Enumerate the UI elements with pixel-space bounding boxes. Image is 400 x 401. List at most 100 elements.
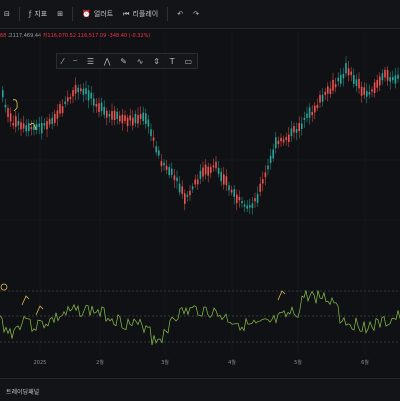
- candle-body: [324, 91, 326, 95]
- pattern-icon[interactable]: ⋀: [104, 57, 111, 66]
- candle-body: [134, 113, 137, 124]
- candle-body: [12, 123, 14, 126]
- path-icon[interactable]: ∿: [137, 57, 144, 66]
- candle-body: [64, 101, 66, 105]
- candle-body: [129, 115, 131, 121]
- annotation-circle: [0, 283, 8, 291]
- candle-body: [30, 126, 33, 130]
- candle-body: [384, 69, 386, 78]
- candle-body: [228, 185, 230, 191]
- candle-body: [246, 205, 248, 209]
- candle-body: [173, 175, 176, 181]
- candle-body: [334, 84, 337, 88]
- candle-body: [340, 74, 342, 84]
- candle-body: [217, 167, 220, 174]
- candle-body: [168, 167, 170, 176]
- candle-body: [355, 79, 358, 86]
- time-axis-label: 3월: [161, 359, 169, 366]
- candle-body: [121, 114, 124, 124]
- brush-icon[interactable]: ✎: [120, 57, 127, 66]
- candle-body: [67, 97, 69, 102]
- candle-body: [158, 150, 160, 156]
- candle-body: [353, 74, 355, 84]
- candle-body: [298, 123, 300, 132]
- candle-body: [267, 165, 269, 170]
- candle-body: [394, 75, 397, 84]
- rectangle-icon[interactable]: ▭: [184, 57, 192, 66]
- candle-body: [69, 96, 72, 99]
- candle-body: [113, 110, 116, 121]
- measure-icon[interactable]: ⇕: [153, 57, 160, 66]
- candle-body: [321, 94, 324, 102]
- candle-body: [327, 86, 329, 94]
- candle-body: [116, 111, 118, 119]
- candle-body: [108, 114, 111, 117]
- candle-body: [191, 186, 194, 190]
- candle-body: [254, 198, 256, 202]
- candle-body: [202, 167, 204, 177]
- candle-body: [126, 117, 129, 127]
- candle-body: [7, 108, 9, 118]
- bottom-bar: 트레이딩패널: [0, 378, 400, 401]
- text-icon[interactable]: T: [170, 57, 175, 66]
- candle-body: [342, 73, 345, 79]
- candle-body: [376, 80, 378, 88]
- trend-line-icon[interactable]: ⁄: [62, 57, 63, 66]
- candle-body: [160, 161, 163, 167]
- candle-body: [22, 123, 25, 129]
- candle-body: [194, 179, 196, 185]
- candle-body: [124, 115, 126, 121]
- candle-body: [225, 176, 228, 186]
- candle-body: [93, 98, 95, 106]
- candle-body: [332, 79, 334, 91]
- candle-body: [90, 92, 92, 99]
- fib-icon[interactable]: ☰: [87, 57, 94, 66]
- candle-body: [189, 190, 191, 196]
- candle-body: [329, 88, 332, 95]
- candle-body: [223, 174, 225, 185]
- candle-body: [59, 104, 61, 114]
- candle-body: [293, 126, 295, 133]
- candle-body: [262, 179, 264, 184]
- horizontal-line-icon[interactable]: ⎯: [73, 56, 77, 66]
- candle-body: [147, 119, 150, 127]
- annotation-stroke: [12, 99, 18, 112]
- candle-body: [56, 110, 59, 119]
- candle-body: [132, 117, 134, 126]
- annotation-arrow: [21, 295, 30, 306]
- candle-body: [17, 120, 20, 126]
- candle-body: [25, 125, 27, 132]
- candle-body: [316, 104, 319, 109]
- candle-body: [311, 112, 313, 116]
- candle-body: [389, 77, 391, 82]
- candle-body: [171, 168, 173, 175]
- candle-body: [152, 137, 155, 141]
- candle-body: [163, 162, 165, 166]
- candle-body: [197, 179, 199, 185]
- candle-body: [155, 146, 157, 153]
- candle-body: [111, 111, 113, 120]
- trading-panel-label[interactable]: 트레이딩패널: [6, 387, 39, 396]
- candle-body: [314, 105, 316, 113]
- drawing-toolbar: ⁄ ⎯ ☰ ⋀ ✎ ∿ ⇕ T ▭: [56, 53, 198, 69]
- candle-body: [220, 171, 222, 182]
- candle-body: [28, 123, 30, 132]
- candle-body: [176, 177, 178, 182]
- candle-body: [106, 110, 108, 118]
- candle-body: [236, 194, 238, 204]
- candle-body: [204, 164, 207, 175]
- candle-body: [282, 139, 285, 143]
- candle-body: [178, 183, 181, 193]
- candle-body: [295, 129, 298, 133]
- candle-body: [186, 194, 189, 197]
- candle-body: [43, 123, 46, 126]
- candle-body: [275, 137, 277, 149]
- time-axis-label: 2025: [34, 360, 47, 366]
- candle-body: [103, 106, 105, 115]
- candle-body: [306, 113, 308, 118]
- candle-body: [77, 87, 79, 93]
- candle-body: [301, 123, 303, 130]
- candle-body: [119, 115, 121, 122]
- candle-body: [85, 88, 87, 95]
- candle-body: [337, 77, 339, 82]
